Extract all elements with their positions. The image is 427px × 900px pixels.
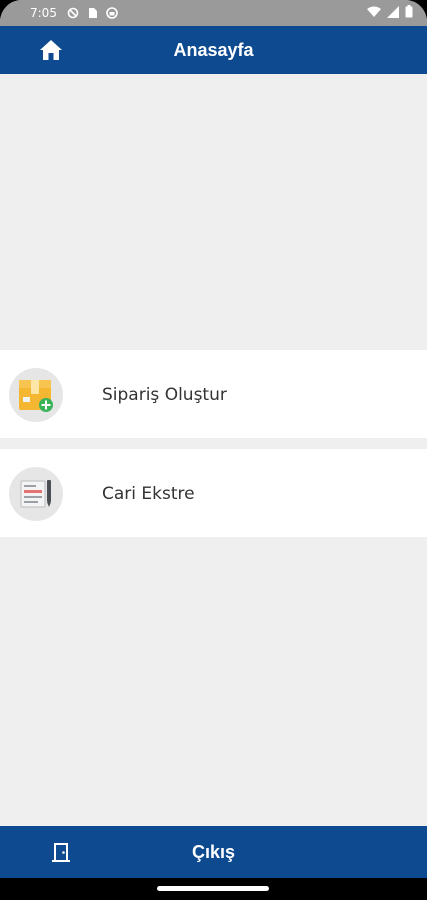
gesture-handle[interactable] [157,886,269,891]
do-not-disturb-icon [67,7,79,19]
home-button[interactable] [38,38,64,62]
home-icon [40,40,62,60]
status-right-icons [367,5,413,21]
app-screen: 7:05 Anasayfa Sipariş Oluştur Cari Ekstr… [0,0,427,900]
status-time: 7:05 [30,6,57,20]
menu-item-cari-ekstre[interactable]: Cari Ekstre [0,449,427,537]
logout-button[interactable]: Çıkış [0,826,427,878]
sim-card-icon [87,7,98,19]
statement-document-icon [20,480,51,508]
signal-icon [387,5,399,21]
battery-icon [405,5,413,21]
vpn-icon [106,7,118,19]
page-title: Anasayfa [173,39,254,60]
logout-label: Çıkış [191,841,236,862]
menu-item-icon-circle [9,467,63,521]
menu-item-label: Cari Ekstre [102,484,195,504]
package-add-icon [19,380,53,412]
app-header: Anasayfa [0,26,427,74]
menu-item-siparis-olustur[interactable]: Sipariş Oluştur [0,350,427,438]
wifi-icon [367,6,381,21]
system-nav-bar [0,878,427,900]
menu-item-label: Sipariş Oluştur [102,385,227,405]
door-exit-icon [52,843,70,862]
status-bar: 7:05 [0,0,427,26]
menu-item-icon-circle [9,368,63,422]
